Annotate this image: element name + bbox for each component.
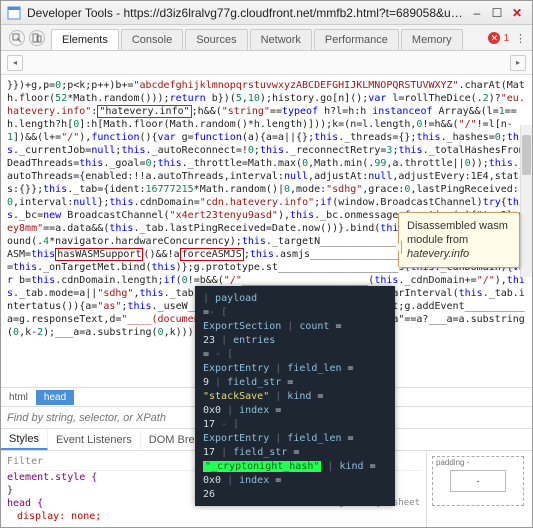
device-toolbar-button[interactable] [29,30,45,46]
tab-console[interactable]: Console [121,29,183,50]
box-model-content[interactable]: - [450,470,506,492]
vertical-scrollbar[interactable] [520,125,532,277]
scrollbar-thumb[interactable] [522,135,531,175]
window-maximize-button[interactable]: ☐ [488,4,506,22]
annotation-tooltip: Disassembled wasm module from hatevery.i… [398,212,520,268]
tab-sources[interactable]: Sources [185,29,247,50]
panel-tabbar: Elements Console Sources Network Perform… [1,25,532,51]
tooltip-text: Disassembled wasm module from [407,220,508,246]
devtools-icon [7,6,21,20]
tab-elements[interactable]: Elements [51,29,119,50]
inspect-element-button[interactable] [9,30,25,46]
box-model-padding-label: padding - [436,458,469,467]
tab-network[interactable]: Network [250,29,312,50]
breadcrumb-head[interactable]: head [36,390,74,405]
collapse-pane-button[interactable]: ◂ [7,55,23,71]
box-model-padding[interactable]: padding - - [432,456,524,506]
window-close-button[interactable]: ✕ [508,4,526,22]
error-counter[interactable]: ✕ 1 [488,32,509,44]
wasm-disassembly-overlay: | payload =- [ ExportSection | count = 2… [195,286,395,506]
subtab-event-listeners[interactable]: Event Listeners [48,431,141,449]
dom-path-bar: ◂ ▸ [1,51,532,75]
tab-memory[interactable]: Memory [401,29,463,50]
window-title: Developer Tools - https://d3iz6lralvg77g… [27,6,466,20]
box-model-pane: padding - - [426,451,532,527]
tabbar-more-button[interactable]: ⋮ [515,32,526,45]
error-count: 1 [503,33,509,44]
error-icon: ✕ [488,32,500,44]
subtab-styles[interactable]: Styles [1,430,48,450]
breadcrumb-html[interactable]: html [1,390,36,405]
tab-performance[interactable]: Performance [314,29,399,50]
window-minimize-button[interactable]: – [468,4,486,22]
tooltip-emphasis: hatevery.info [407,248,469,260]
expand-pane-button[interactable]: ▸ [510,55,526,71]
window-titlebar: Developer Tools - https://d3iz6lralvg77g… [1,1,532,25]
